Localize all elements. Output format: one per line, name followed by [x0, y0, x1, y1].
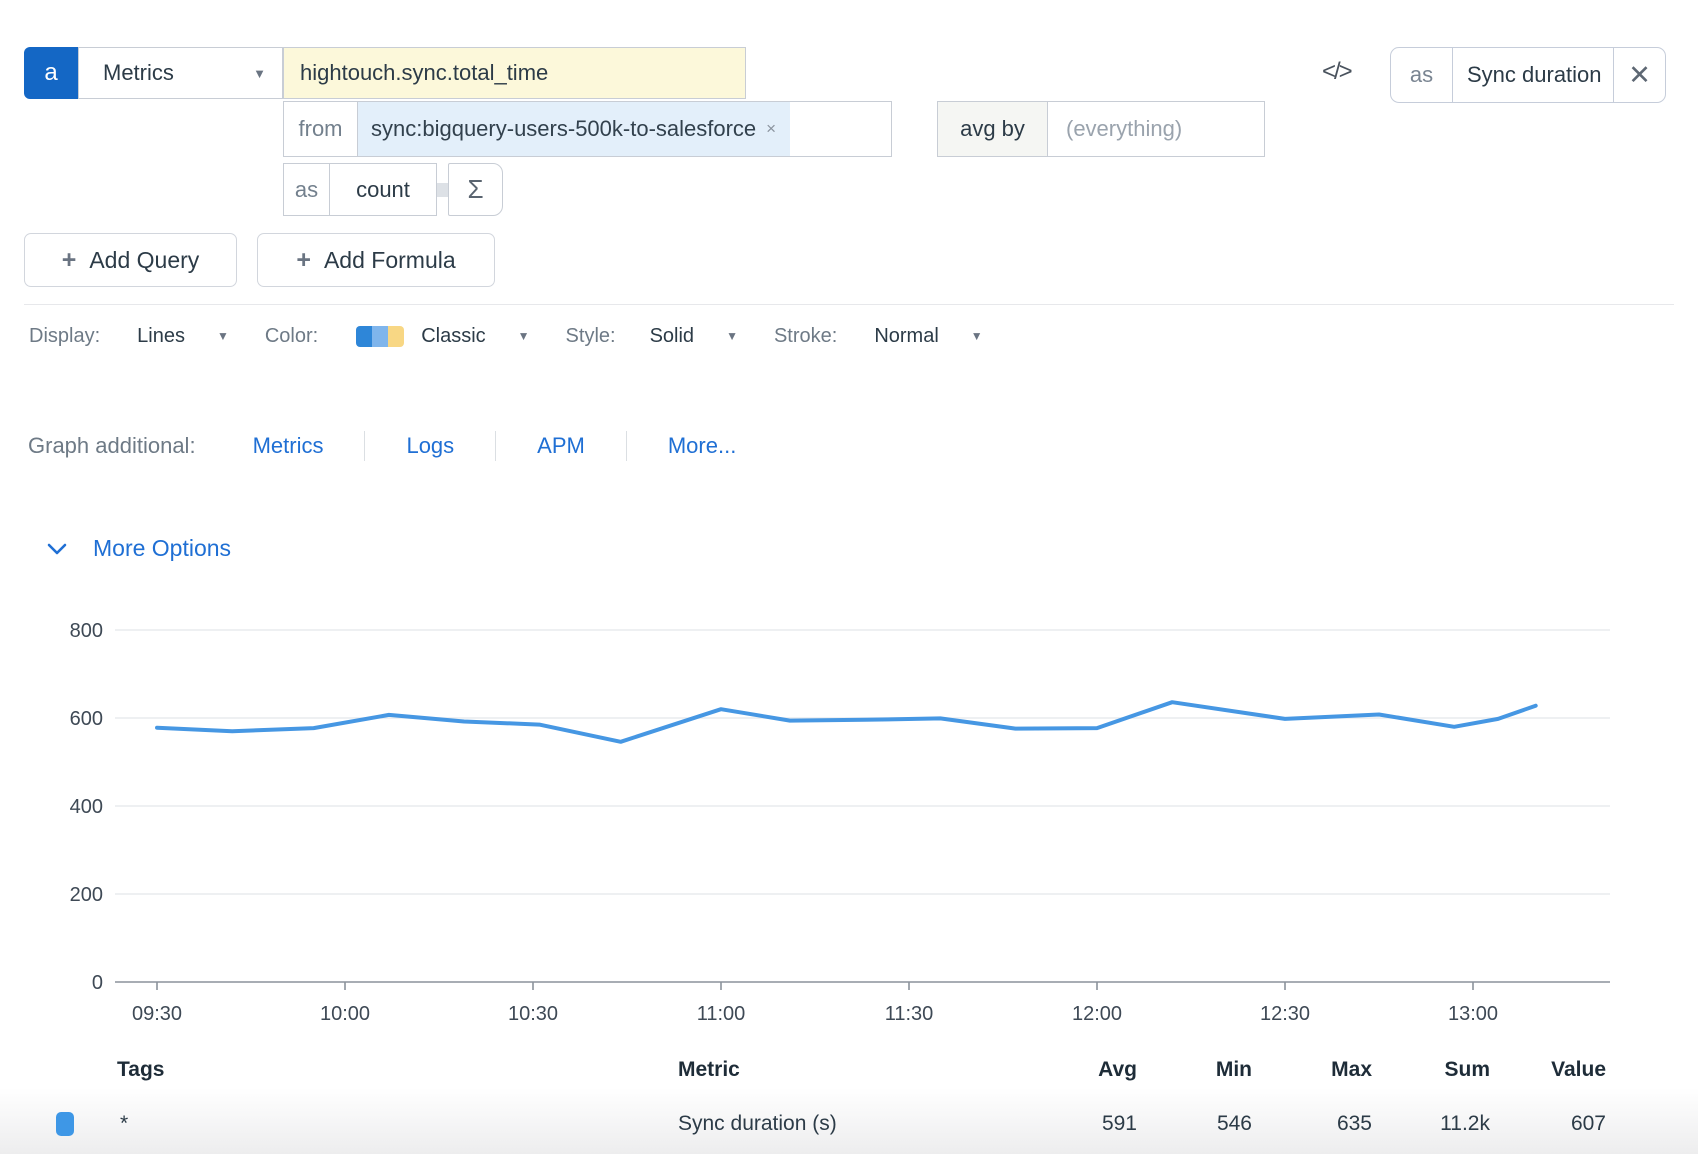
legend-tags-cell: *: [120, 1112, 128, 1136]
series-color-swatch[interactable]: [56, 1112, 74, 1136]
graph-additional-row: Graph additional: Metrics Logs APM More.…: [28, 428, 736, 464]
legend-header-metric: Metric: [678, 1058, 740, 1082]
stroke-label: Stroke:: [774, 325, 837, 348]
legend-value-cell: 607: [1496, 1112, 1606, 1136]
vertical-divider: [495, 431, 496, 461]
filter-tag-chip: sync:bigquery-users-500k-to-salesforce ×: [358, 102, 790, 156]
x-axis-tick-label: 10:30: [508, 1003, 558, 1025]
plus-icon: +: [62, 246, 77, 275]
from-label: from: [283, 101, 358, 157]
add-formula-label: Add Formula: [324, 247, 456, 274]
alias-group: as ✕: [1390, 47, 1666, 103]
more-options-label: More Options: [93, 535, 231, 562]
x-axis-tick-label: 11:30: [885, 1003, 934, 1025]
x-axis-tick-label: 12:30: [1260, 1003, 1310, 1025]
x-axis-tick-label: 12:00: [1072, 1003, 1122, 1025]
legend-sum-cell: 11.2k: [1380, 1112, 1490, 1136]
display-options-row: Display: Lines ▼ Color: Classic ▼ Style:…: [29, 318, 983, 354]
chevron-down-icon[interactable]: ▼: [971, 329, 983, 343]
chevron-down-icon[interactable]: ▼: [726, 329, 738, 343]
x-axis-tick-label: 09:30: [132, 1003, 182, 1025]
graph-additional-logs-link[interactable]: Logs: [406, 433, 454, 459]
sigma-function-button[interactable]: Σ: [448, 163, 503, 216]
vertical-divider: [626, 431, 627, 461]
palette-color-2: [372, 326, 388, 347]
chevron-down-icon[interactable]: ▼: [518, 329, 530, 343]
graph-additional-metrics-link[interactable]: Metrics: [253, 433, 324, 459]
as-label: as: [283, 163, 330, 216]
chevron-down-icon: [46, 542, 68, 556]
filter-tag-text: sync:bigquery-users-500k-to-salesforce: [371, 116, 756, 142]
plus-icon: +: [296, 246, 311, 275]
add-query-button[interactable]: + Add Query: [24, 233, 237, 287]
legend-header-tags: Tags: [117, 1058, 164, 1082]
group-by-field: [1047, 101, 1265, 157]
alias-input[interactable]: [1453, 48, 1613, 102]
color-palette-swatch[interactable]: [356, 326, 404, 347]
legend-header-sum: Sum: [1380, 1058, 1490, 1082]
chevron-down-icon: ▼: [253, 66, 266, 81]
close-icon[interactable]: ✕: [1613, 48, 1665, 102]
timeseries-chart: 0 200 400 600 800 09:30 10:00 10:30 11:00 11:30 12…: [0, 560, 1698, 1054]
series-line[interactable]: [157, 702, 1536, 742]
chevron-down-icon[interactable]: ▼: [217, 329, 229, 343]
graph-additional-apm-link[interactable]: APM: [537, 433, 585, 459]
legend-metric-cell[interactable]: Sync duration (s): [678, 1112, 837, 1136]
y-axis-tick-label: 0: [92, 972, 103, 994]
legend-header-min: Min: [1142, 1058, 1252, 1082]
add-formula-button[interactable]: + Add Formula: [257, 233, 495, 287]
y-axis-tick-label: 200: [70, 884, 103, 906]
legend-header-value: Value: [1496, 1058, 1606, 1082]
legend-header-avg: Avg: [1027, 1058, 1137, 1082]
x-axis-tick-label: 11:00: [697, 1003, 746, 1025]
style-value-dropdown[interactable]: Solid: [650, 325, 694, 348]
graph-additional-label: Graph additional:: [28, 433, 196, 459]
query-letter-badge: a: [24, 47, 78, 99]
legend-avg-cell: 591: [1027, 1112, 1137, 1136]
y-axis-tick-label: 400: [70, 796, 103, 818]
metric-name-input[interactable]: [283, 47, 746, 99]
y-axis-tick-label: 800: [70, 620, 103, 642]
filter-tag-input[interactable]: sync:bigquery-users-500k-to-salesforce ×: [357, 101, 892, 157]
more-options-toggle[interactable]: More Options: [46, 535, 231, 562]
vertical-divider: [364, 431, 365, 461]
color-value-dropdown[interactable]: Classic: [421, 325, 485, 348]
style-label: Style:: [566, 325, 616, 348]
group-by-input[interactable]: [1048, 116, 1264, 142]
stroke-value-dropdown[interactable]: Normal: [874, 325, 938, 348]
data-source-dropdown[interactable]: Metrics ▼: [78, 47, 283, 99]
x-axis-tick-label: 10:00: [320, 1003, 370, 1025]
rollup-dropdown[interactable]: count: [329, 163, 437, 216]
graph-additional-more-link[interactable]: More...: [668, 433, 736, 459]
color-label: Color:: [265, 325, 318, 348]
y-axis-tick-label: 600: [70, 708, 103, 730]
x-axis-tick-label: 13:00: [1448, 1003, 1498, 1025]
palette-color-3: [388, 326, 404, 347]
palette-color-1: [356, 326, 372, 347]
code-editor-icon[interactable]: </>: [1322, 58, 1351, 86]
display-value-dropdown[interactable]: Lines: [137, 325, 185, 348]
legend-min-cell: 546: [1142, 1112, 1252, 1136]
section-divider: [24, 304, 1674, 305]
aggregation-dropdown[interactable]: avg by: [937, 101, 1048, 157]
legend-max-cell: 635: [1262, 1112, 1372, 1136]
display-label: Display:: [29, 325, 100, 348]
add-query-label: Add Query: [89, 247, 199, 274]
alias-as-label: as: [1391, 48, 1453, 102]
data-source-label: Metrics: [103, 60, 174, 86]
remove-tag-icon[interactable]: ×: [766, 119, 776, 139]
legend-header-max: Max: [1262, 1058, 1372, 1082]
